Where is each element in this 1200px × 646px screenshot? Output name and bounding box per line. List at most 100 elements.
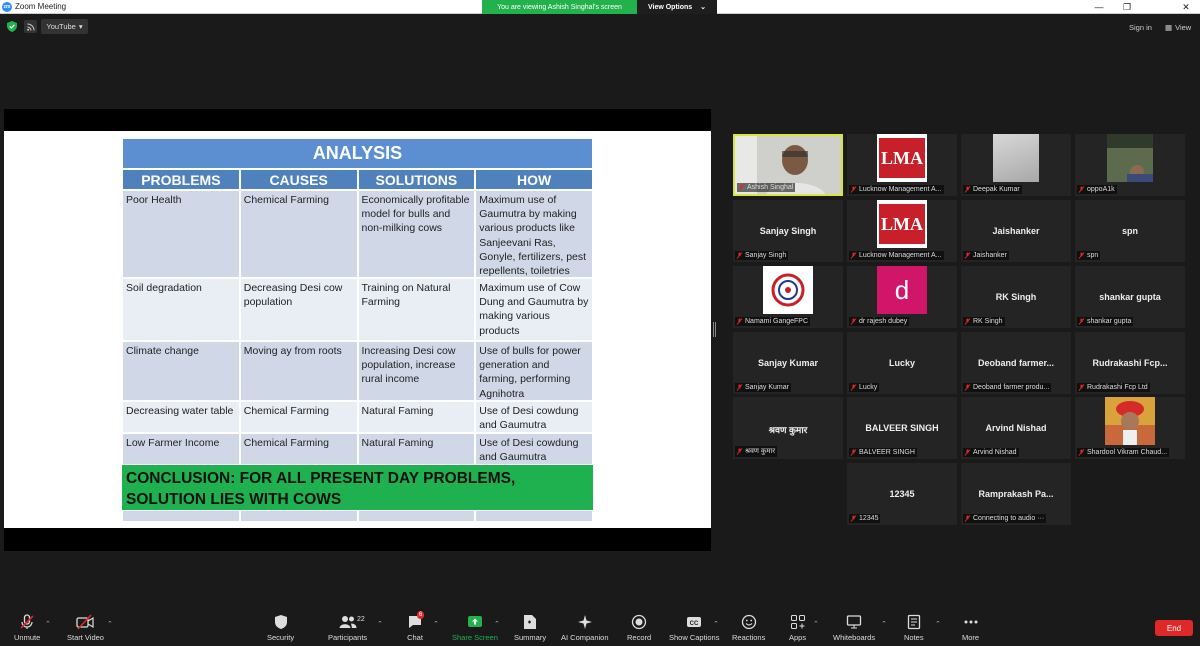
participant-label: Shardool Vikram Chaud... bbox=[1077, 448, 1170, 457]
sign-in-link[interactable]: Sign in bbox=[1129, 23, 1152, 32]
chevron-down-icon: ⌄ bbox=[700, 4, 707, 11]
participant-display-name: Rudrakashi Fcp... bbox=[1092, 358, 1168, 368]
table-cell: Decreasing water table bbox=[122, 401, 240, 433]
participant-tile[interactable]: Ashish Singhal bbox=[733, 134, 843, 196]
table-cell: Soil degradation bbox=[122, 278, 240, 341]
participant-label: Deoband farmer produ... bbox=[963, 383, 1052, 392]
participant-tile[interactable]: LMA Lucknow Management A... bbox=[847, 134, 957, 196]
whiteboards-caret[interactable]: ⌃ bbox=[881, 620, 887, 628]
participant-tile[interactable]: Namami GangeFPC bbox=[733, 266, 843, 328]
table-cell: Training on Natural Farming bbox=[357, 278, 476, 341]
end-meeting-button[interactable]: End bbox=[1155, 620, 1193, 636]
participant-name-label: Arvind Nishad bbox=[973, 449, 1017, 456]
participant-tile[interactable]: Rudrakashi Fcp... Rudrakashi Fcp Ltd bbox=[1075, 332, 1185, 394]
video-off-icon bbox=[76, 614, 95, 630]
unmute-button[interactable]: Unmute bbox=[14, 614, 40, 642]
table-row: Soil degradation Decreasing Desi cow pop… bbox=[122, 278, 593, 341]
muted-mic-icon bbox=[964, 515, 971, 522]
participant-tile[interactable]: LMA Lucknow Management A... bbox=[847, 200, 957, 262]
participant-tile[interactable]: spn spn bbox=[1075, 200, 1185, 262]
participant-tile[interactable]: श्रवण कुमार श्रवण कुमार bbox=[733, 397, 843, 459]
table-cell: Decreasing Desi cow population bbox=[239, 278, 358, 341]
notes-button[interactable]: Notes bbox=[904, 614, 924, 642]
summary-button[interactable]: Summary bbox=[514, 614, 546, 642]
apps-button[interactable]: Apps bbox=[789, 614, 806, 642]
view-options-button[interactable]: View Options ⌄ bbox=[637, 0, 717, 14]
video-options-caret[interactable]: ⌃ bbox=[107, 620, 113, 628]
muted-mic-icon bbox=[1078, 252, 1085, 259]
muted-mic-icon bbox=[20, 614, 34, 629]
participant-tile[interactable]: d dr rajesh dubey bbox=[847, 266, 957, 328]
column-header: SOLUTIONS bbox=[357, 169, 476, 190]
security-button[interactable]: Security bbox=[267, 614, 294, 642]
youtube-stream-dropdown[interactable]: YouTube ▾ bbox=[41, 19, 88, 34]
muted-mic-icon bbox=[1078, 318, 1085, 325]
table-header-row: PROBLEMS CAUSES SOLUTIONS HOW bbox=[122, 169, 593, 190]
shield-check-icon[interactable] bbox=[7, 21, 17, 32]
participant-name-label: Rudrakashi Fcp Ltd bbox=[1087, 384, 1148, 391]
participant-tile[interactable]: 12345 12345 bbox=[847, 463, 957, 525]
muted-mic-icon bbox=[964, 384, 971, 391]
muted-mic-icon bbox=[736, 448, 743, 455]
panel-resize-handle[interactable] bbox=[713, 322, 716, 337]
share-screen-button[interactable]: Share Screen bbox=[452, 614, 498, 642]
muted-mic-icon bbox=[1078, 186, 1085, 193]
participant-tile[interactable]: shankar gupta shankar gupta bbox=[1075, 266, 1185, 328]
view-button[interactable]: ▦ View bbox=[1165, 23, 1191, 32]
participant-label: Lucky bbox=[849, 383, 880, 392]
table-cell: Use of bulls for power generation and fa… bbox=[475, 341, 593, 401]
participant-display-name: Deoband farmer... bbox=[977, 358, 1055, 368]
participant-name-label: Sanjay Kumar bbox=[745, 384, 789, 391]
notes-caret[interactable]: ⌃ bbox=[935, 620, 941, 628]
participant-tile[interactable]: Deoband farmer... Deoband farmer produ... bbox=[961, 332, 1071, 394]
participant-tile[interactable]: Jaishanker Jaishanker bbox=[961, 200, 1071, 262]
participant-label: RK Singh bbox=[963, 317, 1005, 326]
participant-label: Connecting to audio ··· bbox=[963, 514, 1047, 523]
participant-name-label: Lucknow Management A... bbox=[859, 252, 942, 259]
participant-tile[interactable]: RK Singh RK Singh bbox=[961, 266, 1071, 328]
muted-mic-icon bbox=[964, 252, 971, 259]
profile-photo bbox=[1105, 397, 1155, 445]
participant-tile[interactable]: Shardool Vikram Chaud... bbox=[1075, 397, 1185, 459]
more-dots-icon bbox=[964, 620, 978, 624]
muted-mic-icon bbox=[850, 449, 857, 456]
participant-name-label: Lucknow Management A... bbox=[859, 186, 942, 193]
chat-caret[interactable]: ⌃ bbox=[433, 620, 439, 628]
ai-companion-button[interactable]: AI Companion bbox=[561, 614, 609, 642]
apps-caret[interactable]: ⌃ bbox=[813, 620, 819, 628]
column-header: PROBLEMS bbox=[122, 169, 240, 190]
participants-caret[interactable]: ⌃ bbox=[377, 620, 383, 628]
table-cell: Maximum use of Gaumutra by making variou… bbox=[475, 190, 593, 278]
minimize-icon[interactable]: — bbox=[1085, 0, 1113, 14]
record-button[interactable]: Record bbox=[627, 614, 651, 642]
show-captions-button[interactable]: CC Show Captions bbox=[669, 614, 719, 642]
table-cell: Moving ay from roots bbox=[239, 341, 358, 401]
captions-caret[interactable]: ⌃ bbox=[713, 620, 719, 628]
participant-name-label: BALVEER SINGH bbox=[859, 449, 915, 456]
participant-tile[interactable]: BALVEER SINGH BALVEER SINGH bbox=[847, 397, 957, 459]
participant-tile[interactable]: Deepak Kumar bbox=[961, 134, 1071, 196]
participant-name-label: Shardool Vikram Chaud... bbox=[1087, 449, 1168, 456]
reactions-button[interactable]: Reactions bbox=[732, 614, 765, 642]
participant-tile[interactable]: Lucky Lucky bbox=[847, 332, 957, 394]
participant-tile[interactable]: oppoA1k bbox=[1075, 134, 1185, 196]
close-icon[interactable]: ✕ bbox=[1172, 0, 1200, 14]
participant-tile[interactable]: Sanjay Kumar Sanjay Kumar bbox=[733, 332, 843, 394]
restore-icon[interactable]: ❐ bbox=[1113, 0, 1141, 14]
smiley-icon bbox=[741, 614, 756, 630]
audio-options-caret[interactable]: ⌃ bbox=[45, 620, 51, 628]
more-button[interactable]: More bbox=[962, 614, 979, 642]
whiteboards-button[interactable]: Whiteboards bbox=[833, 614, 875, 642]
participant-tile[interactable]: Sanjay Singh Sanjay Singh bbox=[733, 200, 843, 262]
participant-name-label: Sanjay Singh bbox=[745, 252, 787, 259]
sparkle-icon bbox=[577, 615, 592, 629]
chat-button[interactable]: 6 Chat bbox=[407, 611, 425, 642]
participant-display-name: RK Singh bbox=[995, 292, 1037, 302]
share-caret[interactable]: ⌃ bbox=[494, 620, 500, 628]
participant-tile[interactable]: Ramprakash Pa... Connecting to audio ··· bbox=[961, 463, 1071, 525]
title-bar: zm Zoom Meeting You are viewing Ashish S… bbox=[0, 0, 1200, 14]
livestream-icon[interactable] bbox=[24, 20, 37, 33]
start-video-button[interactable]: Start Video bbox=[67, 614, 104, 642]
participant-tile[interactable]: Arvind Nishad Arvind Nishad bbox=[961, 397, 1071, 459]
avatar: d bbox=[877, 266, 927, 314]
